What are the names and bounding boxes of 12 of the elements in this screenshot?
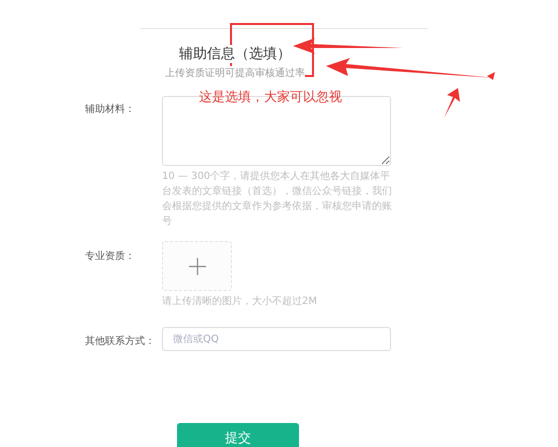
annotation-note: 这是选填，大家可以忽视 xyxy=(199,89,342,106)
field-label: 辅助材料： xyxy=(85,102,136,117)
submit-button[interactable]: 提交 xyxy=(177,423,299,447)
section-subtitle: 上传资质证明可提高审核通过率 xyxy=(165,66,305,80)
plus-icon xyxy=(188,258,206,274)
input-field[interactable]: 微信或QQ xyxy=(162,327,391,351)
arrow-icon xyxy=(442,88,460,118)
field-hint: 10 — 300个字，请提供您本人在其他各大自媒体平台发表的文章链接（首选），微信公众号链接，我们会根据您提供的文章作为参考依据，审核您申请的账号 xyxy=(162,170,393,229)
field-label: 专业资质： xyxy=(85,250,136,264)
field-label: 其他联系方式： xyxy=(85,334,156,349)
field-hint: 请上传清晰的图片，大小不超过2M xyxy=(162,294,318,309)
upload-button[interactable] xyxy=(162,241,232,291)
